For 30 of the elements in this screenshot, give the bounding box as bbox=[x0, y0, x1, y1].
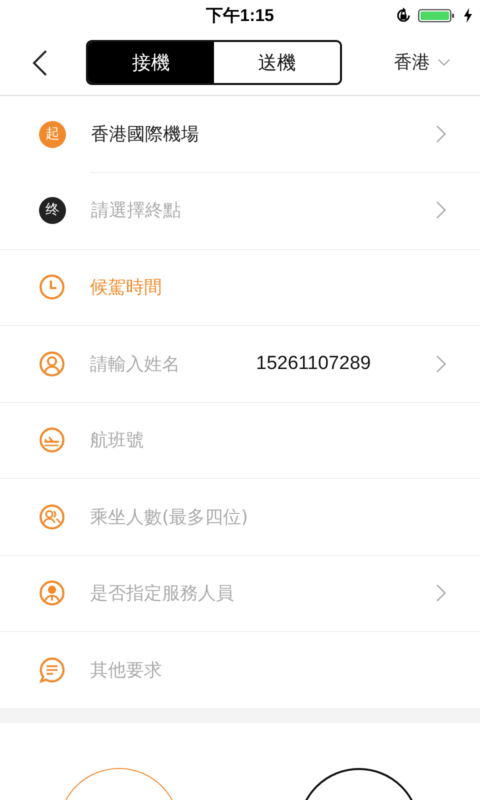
back-icon bbox=[32, 48, 48, 76]
row-label: 候駕時間 bbox=[90, 276, 163, 300]
chevron-right-icon bbox=[436, 354, 446, 373]
two-people-icon bbox=[39, 504, 65, 530]
row-label: 請選擇終點 bbox=[91, 199, 182, 222]
chevron-right-icon bbox=[436, 125, 446, 143]
chevron-down-icon bbox=[438, 58, 450, 66]
badge: 起 bbox=[39, 120, 66, 148]
rotation-lock-icon bbox=[395, 6, 412, 24]
airplane-icon bbox=[39, 427, 65, 454]
speech-bubble-icon bbox=[39, 656, 65, 683]
row-label: 是否指定服務人員 bbox=[90, 582, 235, 606]
row-label: 航班號 bbox=[90, 429, 145, 452]
row-label: 其他要求 bbox=[90, 658, 163, 682]
row-label: 乘坐人數(最多四位) bbox=[90, 506, 250, 529]
chevron-right-icon bbox=[436, 201, 446, 220]
person-icon bbox=[39, 350, 65, 377]
person-pin-icon bbox=[39, 580, 65, 606]
form-row[interactable]: 起 香港國際機場 bbox=[0, 96, 480, 172]
tab[interactable]: 接機 bbox=[88, 42, 214, 83]
charging-icon bbox=[464, 8, 472, 22]
region-dropdown[interactable]: 香港 bbox=[394, 50, 450, 74]
row-label: 請輸入姓名 bbox=[90, 352, 181, 376]
badge: 终 bbox=[39, 196, 66, 224]
row-label: 香港國際機場 bbox=[91, 123, 200, 146]
form-row[interactable]: 請輸入姓名 15261107289 bbox=[0, 325, 480, 402]
status-time: 下午1:15 bbox=[206, 4, 274, 26]
phone-number: 15261107289 bbox=[256, 352, 371, 375]
clock-icon bbox=[39, 274, 65, 300]
chevron-right-icon bbox=[436, 584, 446, 602]
